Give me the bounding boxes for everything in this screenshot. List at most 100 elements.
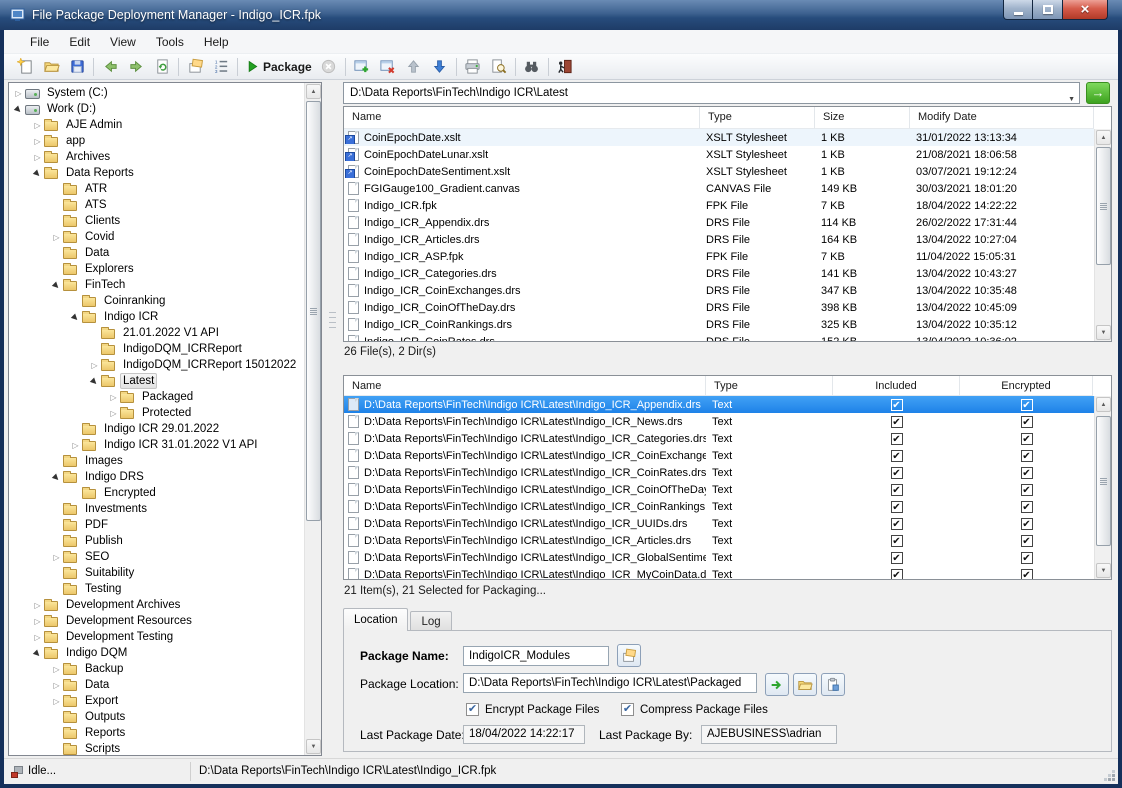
- tree-item[interactable]: PDF: [9, 517, 304, 533]
- package-item-row[interactable]: D:\Data Reports\FinTech\Indigo ICR\Lates…: [344, 430, 1094, 447]
- tree-item[interactable]: ▷Archives: [9, 149, 304, 165]
- tree-scrollbar-thumb[interactable]: [306, 101, 321, 521]
- column-header-modify-date[interactable]: Modify Date: [910, 107, 1094, 129]
- scroll-up-icon[interactable]: ▲: [306, 84, 321, 99]
- expand-arrow-icon[interactable]: ▷: [51, 665, 62, 674]
- package-item-row[interactable]: D:\Data Reports\FinTech\Indigo ICR\Lates…: [344, 464, 1094, 481]
- address-combobox[interactable]: D:\Data Reports\FinTech\Indigo ICR\Lates…: [343, 82, 1080, 104]
- scroll-down-icon[interactable]: ▼: [1096, 325, 1111, 340]
- included-checkbox[interactable]: ✔: [891, 399, 903, 411]
- tree-item[interactable]: ▷Protected: [9, 405, 304, 421]
- add-item-button[interactable]: [349, 55, 375, 78]
- scroll-up-icon[interactable]: ▲: [1096, 397, 1111, 412]
- column-header-encrypted[interactable]: Encrypted: [960, 376, 1093, 396]
- encrypted-checkbox[interactable]: ✔: [1021, 552, 1033, 564]
- tree-item[interactable]: ▶FinTech: [9, 277, 304, 293]
- included-checkbox[interactable]: ✔: [891, 552, 903, 564]
- tree-item[interactable]: Images: [9, 453, 304, 469]
- encrypted-checkbox[interactable]: ✔: [1021, 433, 1033, 445]
- menu-item-edit[interactable]: Edit: [59, 31, 100, 53]
- exit-button[interactable]: [552, 55, 578, 78]
- encrypted-checkbox[interactable]: ✔: [1021, 450, 1033, 462]
- tree-item[interactable]: ▶Indigo DQM: [9, 645, 304, 661]
- stop-button[interactable]: [316, 55, 342, 78]
- forward-button[interactable]: [123, 55, 149, 78]
- tree-item[interactable]: ▶Indigo ICR: [9, 309, 304, 325]
- scroll-down-icon[interactable]: ▼: [306, 739, 321, 754]
- included-checkbox[interactable]: ✔: [891, 535, 903, 547]
- tree-item[interactable]: ▷IndigoDQM_ICRReport 15012022: [9, 357, 304, 373]
- close-button[interactable]: ×: [1062, 0, 1108, 20]
- expand-arrow-icon[interactable]: ▷: [13, 89, 24, 98]
- file-list-scrollbar[interactable]: ▲ ▼: [1094, 129, 1111, 341]
- tree-item[interactable]: Investments: [9, 501, 304, 517]
- tree-item[interactable]: Encrypted: [9, 485, 304, 501]
- menu-item-view[interactable]: View: [100, 31, 146, 53]
- scroll-down-icon[interactable]: ▼: [1096, 563, 1111, 578]
- package-item-row[interactable]: D:\Data Reports\FinTech\Indigo ICR\Lates…: [344, 413, 1094, 430]
- encrypt-checkbox[interactable]: ✔: [466, 703, 479, 716]
- tree-scrollbar[interactable]: ▲ ▼: [304, 83, 321, 755]
- copy-location-button[interactable]: [821, 673, 845, 696]
- package-item-row[interactable]: D:\Data Reports\FinTech\Indigo ICR\Lates…: [344, 549, 1094, 566]
- expand-arrow-icon[interactable]: ▷: [108, 393, 119, 402]
- included-checkbox[interactable]: ✔: [891, 433, 903, 445]
- included-checkbox[interactable]: ✔: [891, 467, 903, 479]
- tree-item[interactable]: ▷Development Testing: [9, 629, 304, 645]
- expand-arrow-icon[interactable]: ▷: [51, 681, 62, 690]
- file-row[interactable]: Indigo_ICR_CoinRankings.drsDRS File325 K…: [344, 316, 1094, 333]
- tree-item[interactable]: Explorers: [9, 261, 304, 277]
- included-checkbox[interactable]: ✔: [891, 416, 903, 428]
- collapse-arrow-icon[interactable]: ▶: [11, 102, 25, 116]
- tree-item[interactable]: ATR: [9, 181, 304, 197]
- expand-arrow-icon[interactable]: ▷: [32, 633, 43, 642]
- menu-item-tools[interactable]: Tools: [146, 31, 194, 53]
- tree-item[interactable]: Suitability: [9, 565, 304, 581]
- package-list-scrollbar-thumb[interactable]: [1096, 416, 1111, 546]
- package-item-row[interactable]: D:\Data Reports\FinTech\Indigo ICR\Lates…: [344, 515, 1094, 532]
- package-name-properties-button[interactable]: [617, 644, 641, 667]
- column-header-type[interactable]: Type: [700, 107, 815, 129]
- browse-folder-button[interactable]: [793, 673, 817, 696]
- encrypted-checkbox[interactable]: ✔: [1021, 399, 1033, 411]
- tree-item[interactable]: ▷Packaged: [9, 389, 304, 405]
- menu-item-help[interactable]: Help: [194, 31, 239, 53]
- package-item-row[interactable]: D:\Data Reports\FinTech\Indigo ICR\Lates…: [344, 498, 1094, 515]
- maximize-button[interactable]: [1033, 0, 1062, 20]
- tree-item[interactable]: Coinranking: [9, 293, 304, 309]
- tree-item[interactable]: ▷Indigo ICR 31.01.2022 V1 API: [9, 437, 304, 453]
- expand-arrow-icon[interactable]: ▷: [32, 601, 43, 610]
- move-up-button[interactable]: [401, 55, 427, 78]
- file-row[interactable]: Indigo_ICR_CoinExchanges.drsDRS File347 …: [344, 282, 1094, 299]
- title-bar[interactable]: File Package Deployment Manager - Indigo…: [0, 0, 1122, 30]
- tab-log[interactable]: Log: [410, 611, 451, 631]
- column-header-size[interactable]: Size: [815, 107, 910, 129]
- back-button[interactable]: [97, 55, 123, 78]
- tree-item[interactable]: ▷Development Archives: [9, 597, 304, 613]
- tree-item[interactable]: ATS: [9, 197, 304, 213]
- package-item-row[interactable]: D:\Data Reports\FinTech\Indigo ICR\Lates…: [344, 566, 1094, 579]
- tree-item[interactable]: Indigo ICR 29.01.2022: [9, 421, 304, 437]
- minimize-button[interactable]: [1003, 0, 1033, 20]
- print-button[interactable]: [460, 55, 486, 78]
- collapse-arrow-icon[interactable]: ▶: [49, 278, 63, 292]
- file-row[interactable]: Indigo_ICR.fpkFPK File7 KB18/04/2022 14:…: [344, 197, 1094, 214]
- splitter-handle[interactable]: [329, 310, 336, 332]
- tree-item[interactable]: ▶Work (D:): [9, 101, 304, 117]
- collapse-arrow-icon[interactable]: ▶: [87, 374, 101, 388]
- scroll-up-icon[interactable]: ▲: [1096, 130, 1111, 145]
- go-button[interactable]: →: [1086, 82, 1110, 104]
- encrypted-checkbox[interactable]: ✔: [1021, 484, 1033, 496]
- encrypted-checkbox[interactable]: ✔: [1021, 569, 1033, 580]
- file-row[interactable]: FGIGauge100_Gradient.canvasCANVAS File14…: [344, 180, 1094, 197]
- column-header-type[interactable]: Type: [706, 376, 833, 396]
- tree-item[interactable]: Reports: [9, 725, 304, 741]
- encrypted-checkbox[interactable]: ✔: [1021, 501, 1033, 513]
- tree-item[interactable]: ▶Data Reports: [9, 165, 304, 181]
- tree-item[interactable]: Testing: [9, 581, 304, 597]
- remove-item-button[interactable]: [375, 55, 401, 78]
- included-checkbox[interactable]: ✔: [891, 484, 903, 496]
- encrypted-checkbox[interactable]: ✔: [1021, 518, 1033, 530]
- collapse-arrow-icon[interactable]: ▶: [68, 310, 82, 324]
- tree-item[interactable]: ▷Data: [9, 677, 304, 693]
